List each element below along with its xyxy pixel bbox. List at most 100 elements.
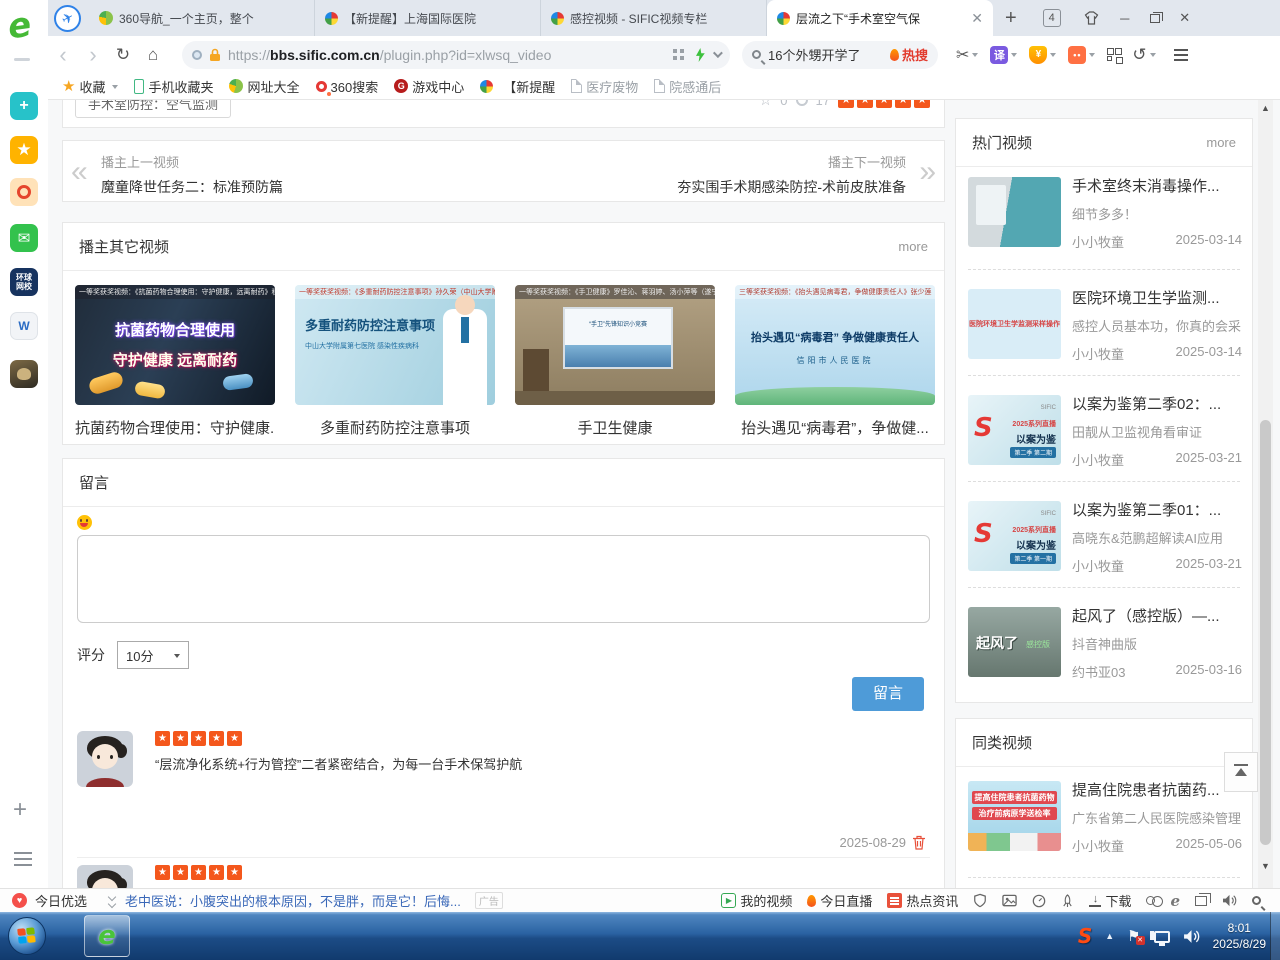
taskbar-clock[interactable]: 8:01 2025/8/29 xyxy=(1213,920,1266,952)
teal-app-icon[interactable]: + xyxy=(10,92,38,120)
my-videos-button[interactable]: 我的视频 xyxy=(721,891,792,910)
live-button[interactable]: 今日直播 xyxy=(807,891,872,910)
taskbar-browser-button[interactable]: e xyxy=(84,915,130,957)
tab-sific-videos[interactable]: 感控视频 - SIFIC视频专栏 xyxy=(541,0,767,36)
video-thumbnail[interactable]: 一等奖获奖视频：《抗菌药物合理使用：守护健康，远离耐药》程韵凡 抗菌药物合理使用… xyxy=(75,285,275,405)
prev-video-link[interactable]: 播主上一视频 魔童降世任务二：标准预防篇 xyxy=(101,152,283,197)
site-info-icon[interactable] xyxy=(192,50,202,60)
hot-video-item[interactable]: 起风了 感控版 起风了（感控版）—... 抖音神曲版 约书亚032025-03-… xyxy=(968,605,1242,697)
tab-active-laminar-flow[interactable]: 层流之下“手术室空气保 ✕ xyxy=(767,0,993,36)
expand-chevrons-icon[interactable] xyxy=(109,894,115,907)
more-link[interactable]: more xyxy=(1206,135,1236,150)
author[interactable]: 小小牧童 xyxy=(1072,556,1124,575)
action-center-flag-icon[interactable]: ✕ xyxy=(1127,927,1140,945)
refresh-button[interactable] xyxy=(108,44,138,65)
delete-comment-icon[interactable] xyxy=(912,835,926,850)
bookmark-360-search[interactable]: 360搜索 xyxy=(316,77,379,96)
rocket-icon[interactable] xyxy=(1061,894,1074,908)
video-thumbnail[interactable]: 起风了 感控版 xyxy=(968,607,1061,677)
hot-video-item[interactable]: S SIFIC 2025系列直播 以案为鉴 第二季 第二期 以案为鉴第二季02：… xyxy=(968,393,1242,485)
back-to-top-button[interactable] xyxy=(1224,752,1258,792)
safety-shield-icon[interactable] xyxy=(973,893,987,908)
bookmark-yuangan[interactable]: 院感通后 xyxy=(654,77,721,96)
emoji-picker-icon[interactable] xyxy=(77,515,92,530)
maximize-button[interactable] xyxy=(1140,0,1170,36)
video-caption[interactable]: 多重耐药防控注意事项 xyxy=(295,417,495,438)
sidebar-collapse-handle[interactable] xyxy=(14,58,30,61)
scrollbar-thumb[interactable] xyxy=(1260,420,1271,845)
bookmark-medical-waste[interactable]: 医疗废物 xyxy=(571,77,638,96)
multi-window-icon[interactable] xyxy=(1195,896,1207,906)
home-button[interactable] xyxy=(138,44,168,65)
hot-video-item[interactable]: 手术室终末消毒操作... 细节多多！ 小小牧童2025-03-14 xyxy=(968,175,1242,267)
avatar[interactable] xyxy=(77,731,133,787)
minimize-button[interactable]: ─ xyxy=(1110,0,1140,36)
rating-select[interactable]: 10分 xyxy=(117,641,189,669)
video-thumbnail[interactable]: “手卫”先锋知识小竞赛 一等奖获奖视频：《手卫健康》罗佳沁、蒋羽婷、汤小萍等（遂… xyxy=(515,285,715,405)
video-thumbnail[interactable]: 一等奖获奖视频：《多重耐药防控注意事项》孙久荣（中山大学附属第七医院感染性疾病科… xyxy=(295,285,495,405)
speed-lightning-icon[interactable] xyxy=(694,48,705,62)
forward-button[interactable] xyxy=(78,42,108,68)
video-thumbnail[interactable]: 医院环境卫生学监测采样操作 xyxy=(968,289,1061,359)
ssl-warning-lock-icon[interactable] xyxy=(209,48,221,62)
video-thumbnail[interactable] xyxy=(968,177,1061,247)
bookmark-phone-favorites[interactable]: 手机收藏夹 xyxy=(134,77,213,96)
video-thumbnail[interactable]: S SIFIC 2025系列直播 以案为鉴 第二季 第二期 xyxy=(968,395,1061,465)
word-doc-icon[interactable]: W xyxy=(10,312,38,340)
video-item[interactable]: 三等奖获奖视频：《抬头遇见病毒君，争做健康责任人》张少莲（信阳市人民医院） 抬头… xyxy=(735,285,935,438)
video-caption[interactable]: 手卫生健康 xyxy=(515,417,715,438)
address-bar[interactable]: https://bbs.sific.com.cn/plugin.php?id=x… xyxy=(182,41,730,69)
mail-icon[interactable]: ✉ xyxy=(10,224,38,252)
new-tab-button[interactable]: + xyxy=(1005,7,1017,30)
link-icon[interactable] xyxy=(1146,896,1155,905)
screenshot-tool[interactable] xyxy=(956,45,978,65)
page-search-icon[interactable] xyxy=(1252,896,1261,905)
sogou-input-icon[interactable]: S xyxy=(1078,924,1092,948)
author[interactable]: 小小牧童 xyxy=(1072,836,1124,855)
close-button[interactable]: ✕ xyxy=(1170,0,1200,36)
next-arrows-icon[interactable] xyxy=(919,155,936,189)
url-extensions-icon[interactable] xyxy=(673,49,684,60)
favorites-app-icon[interactable]: ★ xyxy=(10,136,38,164)
featured-label[interactable]: 今日优选 xyxy=(35,891,87,910)
back-button[interactable] xyxy=(48,42,78,68)
video-thumbnail[interactable]: 提高住院患者抗菌药物 治疗前病原学送检率 xyxy=(968,781,1061,851)
page-scrollbar[interactable] xyxy=(1258,100,1273,888)
search-box[interactable]: 16个外甥开学了 热搜 xyxy=(742,41,938,69)
related-video-item[interactable]: 提高住院患者抗菌药物 治疗前病原学送检率 提高住院患者抗菌药... 广东省第二人… xyxy=(968,779,1242,871)
video-thumbnail[interactable]: 三等奖获奖视频：《抬头遇见病毒君，争做健康责任人》张少莲（信阳市人民医院） 抬头… xyxy=(735,285,935,405)
volume-icon[interactable] xyxy=(1183,929,1200,944)
video-tag-chip[interactable]: 手术室防控：空气监测 xyxy=(75,100,231,118)
game-app-icon[interactable] xyxy=(10,360,38,388)
menu-icon[interactable] xyxy=(1174,49,1188,51)
url-text[interactable]: https://bbs.sific.com.cn/plugin.php?id=x… xyxy=(228,47,673,63)
favorite-count-icon[interactable] xyxy=(759,100,772,109)
download-button[interactable]: 下载 xyxy=(1089,891,1131,910)
video-item[interactable]: 一等奖获奖视频：《抗菌药物合理使用：守护健康，远离耐药》程韵凡 抗菌药物合理使用… xyxy=(75,285,275,438)
submit-comment-button[interactable]: 留言 xyxy=(852,677,924,711)
hot-video-item[interactable]: 医院环境卫生学监测采样操作 医院环境卫生学监测... 感控人员基本功，你真的会采… xyxy=(968,287,1242,379)
bookmark-game-center[interactable]: G游戏中心 xyxy=(394,77,464,96)
show-desktop-button[interactable] xyxy=(1270,912,1280,960)
app-list-button[interactable] xyxy=(14,852,32,854)
video-item[interactable]: 一等奖获奖视频：《多重耐药防控注意事项》孙久荣（中山大学附属第七医院感染性疾病科… xyxy=(295,285,495,438)
video-caption[interactable]: 抬头遇见“病毒君”，争做健... xyxy=(735,417,935,438)
snapshot-icon[interactable] xyxy=(1002,894,1017,907)
ie-mode-icon[interactable]: e xyxy=(1170,892,1180,910)
bookmark-sites[interactable]: 网址大全 xyxy=(229,77,299,96)
huanqiu-wangxiao-icon[interactable]: 环球网校 xyxy=(10,268,38,296)
bookmark-favorites[interactable]: 收藏 xyxy=(62,77,118,96)
author[interactable]: 小小牧童 xyxy=(1072,450,1124,469)
hot-video-item[interactable]: S SIFIC 2025系列直播 以案为鉴 第二季 第一期 以案为鉴第二季01：… xyxy=(968,499,1242,591)
tab-360-nav[interactable]: 360导航_一个主页，整个 xyxy=(89,0,315,36)
comment-input[interactable] xyxy=(77,535,930,623)
video-caption[interactable]: 抗菌药物合理使用：守护健康... xyxy=(75,417,275,438)
search-query[interactable]: 16个外甥开学了 xyxy=(768,45,884,64)
author[interactable]: 约书亚03 xyxy=(1072,662,1125,681)
scroll-up-button[interactable] xyxy=(1258,100,1273,116)
hot-news-button[interactable]: 热点资讯 xyxy=(887,891,958,910)
sound-icon[interactable] xyxy=(1222,894,1237,907)
speedup-icon[interactable] xyxy=(1032,894,1046,908)
tab-shanghai-hospital[interactable]: 【新提醒】上海国际医院 xyxy=(315,0,541,36)
scroll-down-button[interactable] xyxy=(1258,858,1273,874)
